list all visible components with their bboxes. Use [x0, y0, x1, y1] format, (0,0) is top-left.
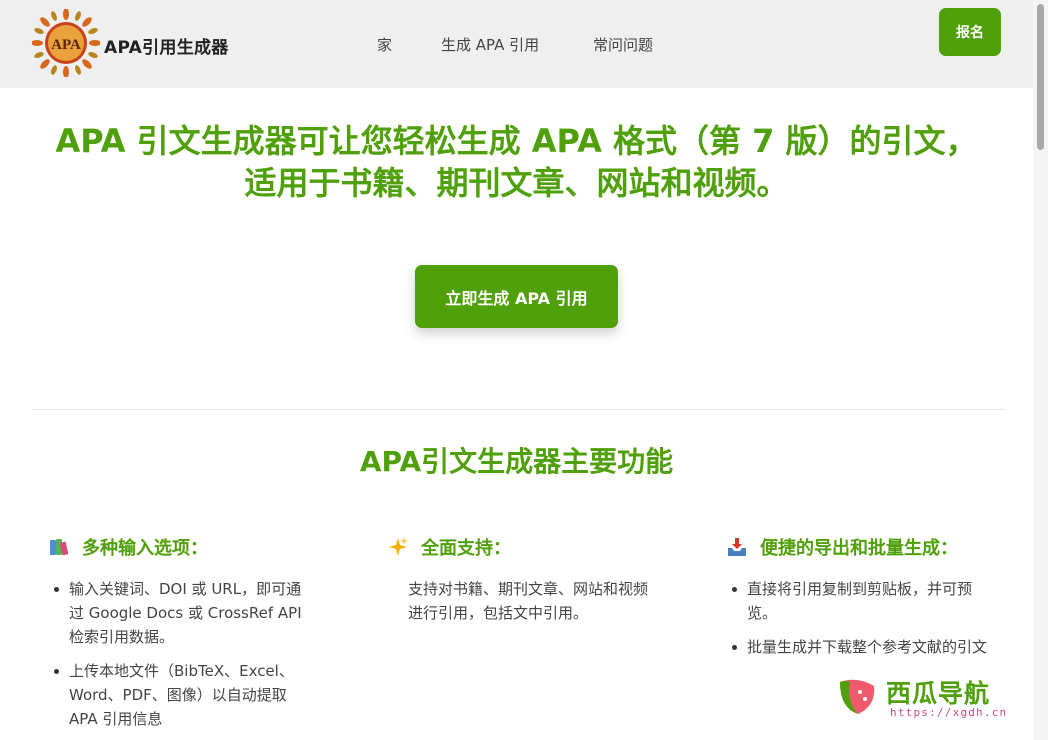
features-title: APA引文生成器主要功能 — [359, 445, 674, 478]
hero-line-2: 适用于书籍、期刊文章、网站和视频。 — [244, 164, 789, 202]
feature-title: 便捷的导出和批量生成： — [760, 538, 958, 559]
watermelon-logo-icon — [840, 679, 875, 714]
sparkles-icon — [389, 537, 408, 556]
feature-text: 支持对书籍、期刊文章、网站和视频进行引用，包括文中引用。 — [408, 580, 649, 622]
watermark: 西瓜导航 https://xgdh.cn — [834, 666, 1034, 726]
inbox-tray-icon — [728, 538, 746, 556]
list-item: 批量生成并下载整个参考文献的引文 — [732, 635, 991, 659]
list-item: 输入关键词、DOI 或 URL，即可通过 Google Docs 或 Cross… — [54, 577, 313, 649]
hero-line-1: APA 引文生成器可让您轻松生成 APA 格式（第 7 版）的引文， — [55, 122, 978, 160]
watermark-text: 西瓜导航 — [886, 679, 991, 708]
hero-headline: APA 引文生成器可让您轻松生成 APA 格式（第 7 版）的引文， 适用于书籍… — [0, 120, 1033, 204]
list-item: 直接将引用复制到剪贴板，并可预览。 — [732, 577, 991, 625]
books-icon — [50, 539, 69, 556]
site-logo[interactable]: APA — [32, 9, 100, 77]
page-scrollbar[interactable] — [1033, 0, 1048, 740]
nav-home[interactable]: 家 — [377, 34, 392, 55]
nav-faq[interactable]: 常问问题 — [593, 34, 653, 55]
logo-text: APA — [51, 37, 81, 53]
signup-button[interactable]: 报名 — [939, 8, 1001, 56]
feature-title: 全面支持： — [421, 538, 511, 559]
list-item: 上传本地文件（BibTeX、Excel、Word、PDF、图像）以自动提取 AP… — [54, 659, 313, 731]
scrollbar-thumb[interactable] — [1037, 4, 1044, 150]
brand-name[interactable]: APA引用生成器 — [104, 33, 229, 58]
nav-generate-citation[interactable]: 生成 APA 引用 — [441, 34, 539, 55]
watermark-url: https://xgdh.cn — [890, 706, 1008, 719]
feature-comprehensive-support: 全面支持： 支持对书籍、期刊文章、网站和视频进行引用，包括文中引用。 — [387, 534, 652, 625]
feature-title: 多种输入选项： — [82, 538, 208, 559]
feature-export-batch: 便捷的导出和批量生成： 直接将引用复制到剪贴板，并可预览。 批量生成并下载整个参… — [726, 534, 991, 669]
feature-input-options: 多种输入选项： 输入关键词、DOI 或 URL，即可通过 Google Docs… — [48, 534, 313, 740]
generate-citation-button[interactable]: 立即生成 APA 引用 — [415, 265, 618, 328]
section-divider — [32, 409, 1006, 410]
site-header: APA APA引用生成器 家 生成 APA 引用 常问问题 报名 — [0, 0, 1033, 88]
